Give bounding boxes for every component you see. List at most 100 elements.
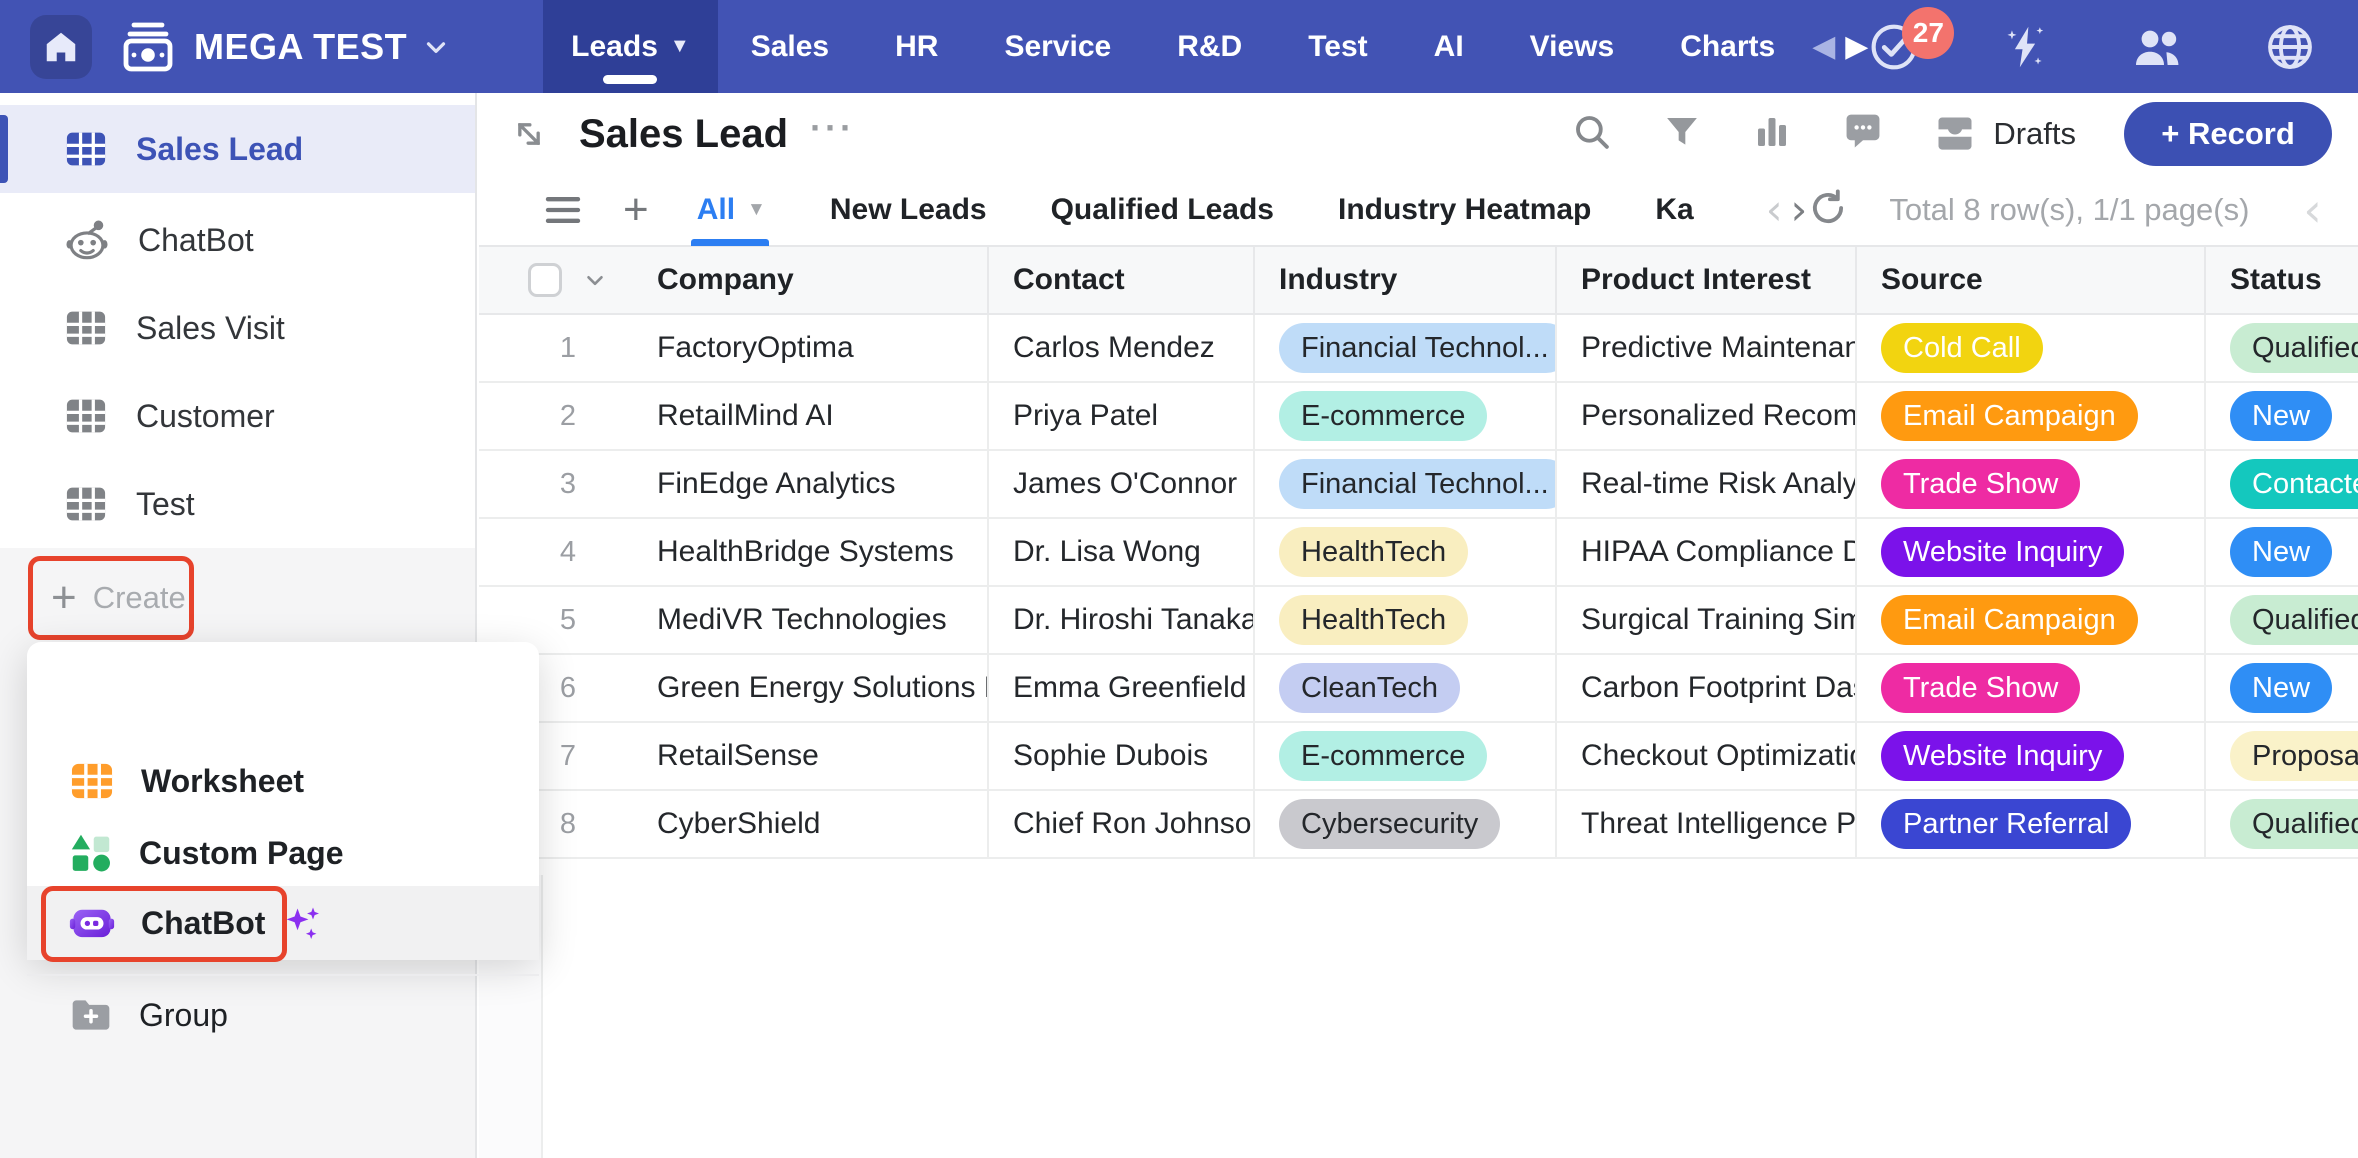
cell-product[interactable]: HIPAA Compliance Dash xyxy=(1557,519,1857,585)
cell-source[interactable]: Trade Show xyxy=(1857,655,2206,721)
cell-contact[interactable]: Dr. Lisa Wong xyxy=(989,519,1255,585)
view-tab-new-leads[interactable]: New Leads xyxy=(830,174,987,246)
tabs-scroll-right-icon[interactable]: ▶ xyxy=(1845,32,1868,62)
chevron-down-icon[interactable] xyxy=(582,267,608,293)
cell-source[interactable]: Partner Referral xyxy=(1857,791,2206,857)
cell-company[interactable]: Green Energy Solutions Ltd. xyxy=(657,655,989,721)
cell-status[interactable]: Qualified xyxy=(2206,587,2358,653)
select-all-checkbox[interactable] xyxy=(528,263,562,297)
cell-status[interactable]: New xyxy=(2206,655,2358,721)
collapse-sidebar-icon[interactable] xyxy=(509,114,549,154)
tabs-scroll-left-icon[interactable]: ◀ xyxy=(1812,32,1835,62)
tab-leads[interactable]: Leads ▼ xyxy=(543,0,718,93)
column-header-status[interactable]: Status xyxy=(2206,247,2358,313)
table-row[interactable]: 4 HealthBridge Systems Dr. Lisa Wong Hea… xyxy=(479,519,2358,587)
menu-item-worksheet[interactable]: Worksheet xyxy=(27,746,539,816)
cell-industry[interactable]: CleanTech xyxy=(1255,655,1557,721)
drafts-button[interactable]: Drafts xyxy=(1933,114,2076,154)
cell-source[interactable]: Email Campaign xyxy=(1857,383,2206,449)
views-scroll-right-icon[interactable]: › xyxy=(1791,189,1808,231)
cell-industry[interactable]: Financial Technol... xyxy=(1255,315,1557,381)
sidebar-item-customer[interactable]: Customer xyxy=(0,372,475,460)
table-row[interactable]: 2 RetailMind AI Priya Patel E-commerce P… xyxy=(479,383,2358,451)
column-header-source[interactable]: Source xyxy=(1857,247,2206,313)
table-row[interactable]: 3 FinEdge Analytics James O'Connor Finan… xyxy=(479,451,2358,519)
sidebar-item-test[interactable]: Test xyxy=(0,460,475,548)
column-header-contact[interactable]: Contact xyxy=(989,247,1255,313)
cell-source[interactable]: Cold Call xyxy=(1857,315,2206,381)
tab-hr[interactable]: HR xyxy=(862,0,971,93)
column-header-industry[interactable]: Industry xyxy=(1255,247,1557,313)
create-button[interactable]: + Create xyxy=(28,556,194,640)
add-view-icon[interactable]: + xyxy=(623,188,649,232)
table-row[interactable]: 8 CyberShield Chief Ron Johnson Cybersec… xyxy=(479,791,2358,859)
table-row[interactable]: 7 RetailSense Sophie Dubois E-commerce C… xyxy=(479,723,2358,791)
view-tab-industry-heatmap[interactable]: Industry Heatmap xyxy=(1338,174,1591,246)
workspace-logo-icon[interactable] xyxy=(120,21,176,73)
cell-contact[interactable]: Sophie Dubois xyxy=(989,723,1255,789)
cell-company[interactable]: HealthBridge Systems xyxy=(657,519,989,585)
home-button[interactable] xyxy=(30,15,92,79)
cell-company[interactable]: RetailMind AI xyxy=(657,383,989,449)
tasks-button[interactable]: 27 xyxy=(1868,21,1920,73)
tab-rnd[interactable]: R&D xyxy=(1144,0,1275,93)
language-button[interactable] xyxy=(2264,21,2316,73)
view-tab-all[interactable]: All ▼ xyxy=(697,174,766,246)
cell-company[interactable]: FactoryOptima xyxy=(657,315,989,381)
comment-icon[interactable] xyxy=(1841,111,1885,158)
cell-source[interactable]: Website Inquiry xyxy=(1857,519,2206,585)
cell-contact[interactable]: Priya Patel xyxy=(989,383,1255,449)
cell-company[interactable]: MediVR Technologies xyxy=(657,587,989,653)
cell-source[interactable]: Trade Show xyxy=(1857,451,2206,517)
table-row[interactable]: 6 Green Energy Solutions Ltd. Emma Green… xyxy=(479,655,2358,723)
cell-product[interactable]: Predictive Maintenance A xyxy=(1557,315,1857,381)
cell-contact[interactable]: Chief Ron Johnson xyxy=(989,791,1255,857)
search-icon[interactable] xyxy=(1571,111,1613,158)
cell-contact[interactable]: Carlos Mendez xyxy=(989,315,1255,381)
workspace-name[interactable]: MEGA TEST xyxy=(194,26,407,68)
cell-status[interactable]: New xyxy=(2206,383,2358,449)
cell-industry[interactable]: HealthTech xyxy=(1255,519,1557,585)
cell-status[interactable]: Qualified xyxy=(2206,791,2358,857)
cell-status[interactable]: Qualified xyxy=(2206,315,2358,381)
sheet-more-icon[interactable]: ··· xyxy=(810,107,855,149)
tab-views[interactable]: Views xyxy=(1497,0,1648,93)
view-list-icon[interactable] xyxy=(543,192,583,228)
cell-product[interactable]: Surgical Training Simulat xyxy=(1557,587,1857,653)
prev-page-icon[interactable]: ‹ xyxy=(2303,187,2321,233)
tab-sales[interactable]: Sales xyxy=(718,0,862,93)
cell-product[interactable]: Carbon Footprint Dashbo xyxy=(1557,655,1857,721)
cell-contact[interactable]: Dr. Hiroshi Tanaka xyxy=(989,587,1255,653)
tab-charts[interactable]: Charts xyxy=(1647,0,1808,93)
menu-item-group[interactable]: Group xyxy=(27,980,539,1050)
filter-icon[interactable] xyxy=(1661,111,1703,158)
table-row[interactable]: 5 MediVR Technologies Dr. Hiroshi Tanaka… xyxy=(479,587,2358,655)
sidebar-item-sales-visit[interactable]: Sales Visit xyxy=(0,284,475,372)
tab-test[interactable]: Test xyxy=(1275,0,1400,93)
views-scroll-left-icon[interactable]: ‹ xyxy=(1766,189,1783,231)
cell-contact[interactable]: Emma Greenfield xyxy=(989,655,1255,721)
automation-button[interactable] xyxy=(1998,20,2052,74)
cell-contact[interactable]: James O'Connor xyxy=(989,451,1255,517)
cell-industry[interactable]: HealthTech xyxy=(1255,587,1557,653)
cell-company[interactable]: CyberShield xyxy=(657,791,989,857)
refresh-icon[interactable] xyxy=(1807,187,1849,234)
cell-industry[interactable]: E-commerce xyxy=(1255,723,1557,789)
members-button[interactable] xyxy=(2130,21,2186,73)
cell-product[interactable]: Real-time Risk Analysis S xyxy=(1557,451,1857,517)
cell-source[interactable]: Website Inquiry xyxy=(1857,723,2206,789)
cell-company[interactable]: FinEdge Analytics xyxy=(657,451,989,517)
sidebar-item-chatbot[interactable]: ChatBot xyxy=(0,196,475,284)
cell-industry[interactable]: Financial Technol... xyxy=(1255,451,1557,517)
cell-source[interactable]: Email Campaign xyxy=(1857,587,2206,653)
table-row[interactable]: 1 FactoryOptima Carlos Mendez Financial … xyxy=(479,315,2358,383)
add-record-button[interactable]: + Record xyxy=(2124,102,2332,166)
cell-industry[interactable]: Cybersecurity xyxy=(1255,791,1557,857)
cell-status[interactable]: Proposal S xyxy=(2206,723,2358,789)
view-tab-qualified-leads[interactable]: Qualified Leads xyxy=(1051,174,1274,246)
column-header-company[interactable]: Company xyxy=(657,247,989,313)
tab-service[interactable]: Service xyxy=(971,0,1144,93)
workspace-chevron-down-icon[interactable] xyxy=(421,32,451,62)
tab-ai[interactable]: AI xyxy=(1401,0,1497,93)
column-header-product-interest[interactable]: Product Interest xyxy=(1557,247,1857,313)
